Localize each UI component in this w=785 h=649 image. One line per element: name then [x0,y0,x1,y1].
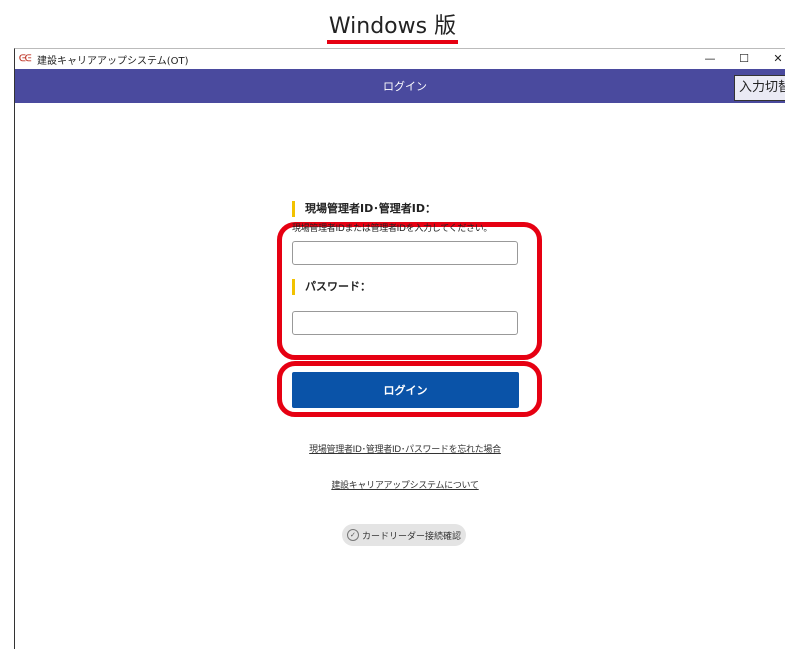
card-reader-check-button[interactable]: ✓ カードリーダー接続確認 [342,524,466,546]
forgot-link[interactable]: 現場管理者ID･管理者ID･パスワードを忘れた場合 [15,442,785,455]
page-title: ログイン [383,80,427,93]
title-bar: ᕮᕮ 建設キャリアアップシステム(OT) — ☐ ✕ [15,49,785,69]
id-hint: 現場管理者IDまたは管理者IDを入力してください。 [292,224,493,234]
card-reader-label: カードリーダー接続確認 [361,531,461,542]
window-controls: — ☐ ✕ [693,49,785,69]
app-window: ᕮᕮ 建設キャリアアップシステム(OT) — ☐ ✕ ログイン 入力切替 現場管… [14,48,785,649]
password-label: パスワード： [292,279,532,295]
maximize-button[interactable]: ☐ [727,49,761,69]
check-circle-icon: ✓ [346,529,359,541]
about-link[interactable]: 建設キャリアアップシステムについて [15,478,785,491]
caption-underline [326,40,459,44]
app-header: ログイン 入力切替 [15,69,785,103]
caption-title: Windows 版 [326,8,459,44]
login-form: 現場管理者ID･管理者ID： 現場管理者IDまたは管理者IDを入力してください。… [292,201,532,335]
window-title: 建設キャリアアップシステム(OT) [37,55,189,67]
close-button[interactable]: ✕ [761,49,785,69]
app-logo-icon: ᕮᕮ [19,54,31,64]
password-input[interactable] [292,311,518,335]
input-switch-button[interactable]: 入力切替 [733,75,785,101]
caption: Windows 版 [0,8,785,44]
id-label: 現場管理者ID･管理者ID： [292,201,532,217]
login-button[interactable]: ログイン [292,372,519,408]
minimize-button[interactable]: — [693,49,727,69]
id-input[interactable] [292,241,518,265]
